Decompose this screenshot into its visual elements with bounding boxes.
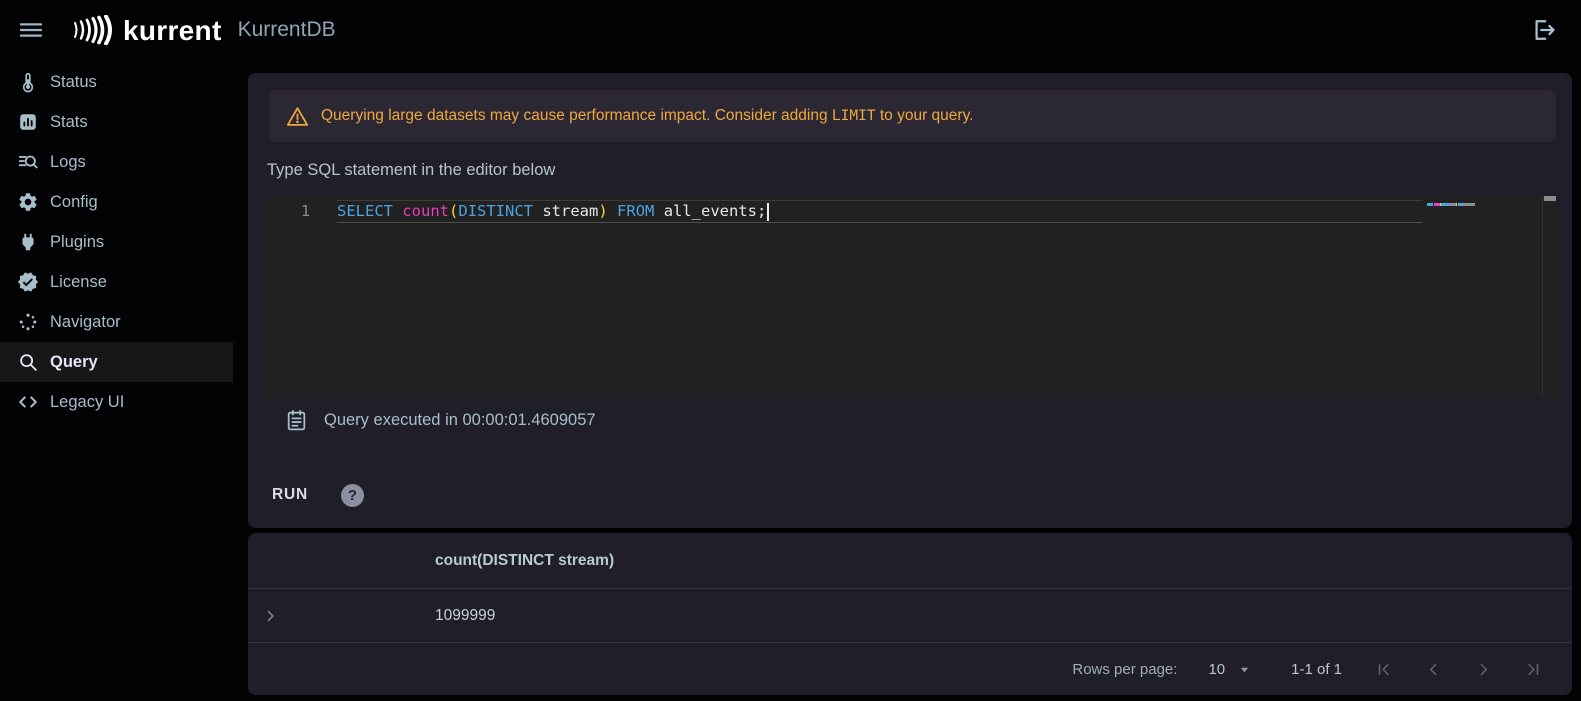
help-icon[interactable]: ? xyxy=(340,483,364,507)
column-header: count(DISTINCT stream) xyxy=(435,551,615,569)
sql-token-plain: all_events; xyxy=(654,202,767,220)
rows-per-page-select[interactable]: 10 xyxy=(1208,661,1253,678)
run-button[interactable]: RUN xyxy=(272,480,308,510)
first-page-icon[interactable] xyxy=(1374,660,1393,679)
minimap xyxy=(1427,203,1477,206)
limit-keyword: LIMIT xyxy=(831,108,876,124)
pagination-bar: Rows per page: 10 1-1 of 1 xyxy=(248,642,1572,695)
code-brackets-icon xyxy=(16,390,40,414)
text-cursor xyxy=(767,202,770,221)
sidebar-item-query[interactable]: Query xyxy=(0,342,233,382)
sidebar-item-logs[interactable]: Logs xyxy=(0,142,233,182)
sidebar-item-plugins[interactable]: Plugins xyxy=(0,222,233,262)
sql-token-keyword: FROM xyxy=(617,202,655,220)
sidebar-item-navigator[interactable]: Navigator xyxy=(0,302,233,342)
page-range-label: 1-1 of 1 xyxy=(1291,660,1342,678)
sidebar-item-stats[interactable]: Stats xyxy=(0,102,233,142)
calendar-icon xyxy=(284,408,309,433)
sql-token-keyword: DISTINCT xyxy=(458,202,534,220)
sidebar-item-license[interactable]: License xyxy=(0,262,233,302)
pager xyxy=(1374,660,1543,679)
sql-token-plain xyxy=(608,202,617,220)
logs-search-icon xyxy=(16,150,40,174)
rows-per-page-label: Rows per page: xyxy=(1072,660,1178,678)
thermometer-icon xyxy=(16,70,40,94)
sql-token-plain: stream xyxy=(533,202,599,220)
line-number: 1 xyxy=(300,202,310,220)
editor-label: Type SQL statement in the editor below xyxy=(267,161,556,179)
sql-token-paren: ( xyxy=(449,202,459,220)
sql-token-keyword: SELECT xyxy=(337,202,393,220)
sql-token-function: count xyxy=(402,202,450,220)
results-panel: count(DISTINCT stream) 1099999 Rows per … xyxy=(248,533,1572,695)
sidebar: Status Stats Logs Config Plugins License… xyxy=(0,62,233,701)
sidebar-item-status[interactable]: Status xyxy=(0,62,233,102)
app-title: KurrentDB xyxy=(237,17,336,41)
expand-row-icon[interactable] xyxy=(261,606,280,625)
table-row[interactable]: 1099999 xyxy=(248,588,1572,642)
logout-icon[interactable] xyxy=(1529,16,1557,44)
plug-icon xyxy=(16,230,40,254)
sidebar-item-config[interactable]: Config xyxy=(0,182,233,222)
search-icon xyxy=(16,350,40,374)
warning-banner: Querying large datasets may cause perfor… xyxy=(269,90,1556,142)
navigator-dots-icon xyxy=(16,310,40,334)
sidebar-item-legacy-ui[interactable]: Legacy UI xyxy=(0,382,233,422)
hamburger-icon[interactable] xyxy=(16,15,46,45)
prev-page-icon[interactable] xyxy=(1424,660,1443,679)
run-row: RUN ? xyxy=(272,480,364,510)
sql-statement[interactable]: SELECT count(DISTINCT stream) FROM all_e… xyxy=(337,200,770,223)
row-value: 1099999 xyxy=(435,606,496,624)
stats-icon xyxy=(16,110,40,134)
sql-editor[interactable]: 1 SELECT count(DISTINCT stream) FROM all… xyxy=(267,196,1556,398)
sql-token-plain xyxy=(393,202,402,220)
execution-status-row: Query executed in 00:00:01.4609057 xyxy=(284,408,596,433)
warning-triangle-icon xyxy=(285,104,310,129)
kurrent-logo: kurrent xyxy=(72,15,222,45)
chevron-down-icon xyxy=(1236,661,1253,678)
sql-token-paren: ) xyxy=(598,202,608,220)
execution-status-text: Query executed in 00:00:01.4609057 xyxy=(324,411,596,429)
kurrent-waves-icon xyxy=(72,15,114,45)
results-header-row: count(DISTINCT stream) xyxy=(248,533,1572,588)
last-page-icon[interactable] xyxy=(1524,660,1543,679)
warning-text: Querying large datasets may cause perfor… xyxy=(321,107,974,124)
topbar: kurrent KurrentDB xyxy=(0,0,1581,60)
scrollbar-thumb[interactable] xyxy=(1544,196,1556,201)
license-badge-icon xyxy=(16,270,40,294)
query-panel: Querying large datasets may cause perfor… xyxy=(248,73,1572,528)
gear-icon xyxy=(16,190,40,214)
brand-name: kurrent xyxy=(123,15,222,46)
editor-scrollbar[interactable] xyxy=(1542,196,1556,398)
next-page-icon[interactable] xyxy=(1474,660,1493,679)
